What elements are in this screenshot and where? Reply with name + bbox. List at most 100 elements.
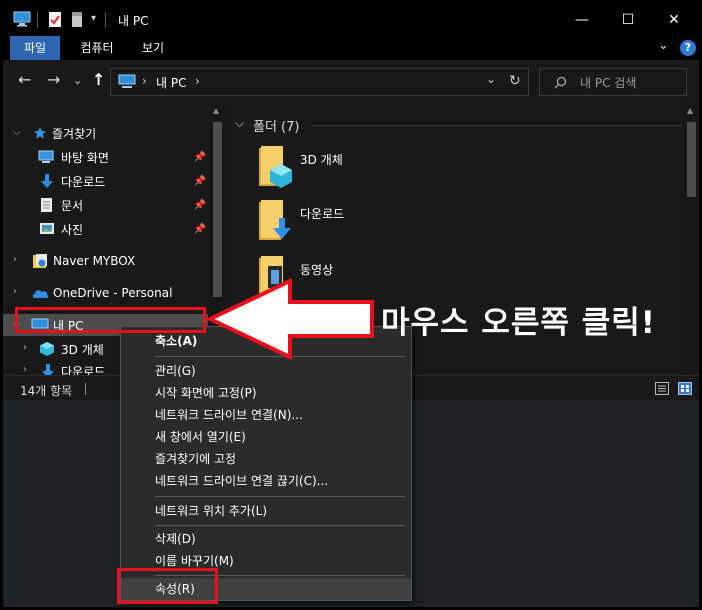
folder-3d-icon [259,146,292,188]
toolbar-divider [105,12,106,28]
this-pc-icon [118,74,136,88]
pin-icon: 📌 [193,223,206,235]
title-bar: ▾ 내 PC — ☐ ✕ [3,3,699,36]
nav-label: 문서 [61,198,84,213]
window-title: 내 PC [118,14,149,28]
menu-separator [155,496,405,497]
desktop-icon [38,150,54,163]
nav-scroll-thumb[interactable] [213,122,222,297]
highlight-this-pc [15,307,206,333]
menu-item-add-network-location[interactable]: 네트워크 위치 추가(L) [121,500,411,522]
scroll-up-icon[interactable]: ▲ [687,106,693,115]
nav-item-onedrive[interactable]: › OneDrive - Personal [3,282,208,304]
nav-quick-access[interactable]: ⌵ 즐겨찾기 [3,122,208,144]
chevron-down-icon[interactable]: ⌵ [13,127,21,138]
highlight-properties [117,568,218,604]
breadcrumb-separator: › [142,74,147,88]
breadcrumb-this-pc[interactable]: 내 PC [156,74,186,91]
chevron-down-icon[interactable]: ⌵ [235,116,244,131]
up-button[interactable]: ↑ [92,70,105,89]
ribbon-collapse-icon[interactable]: ⌄ [658,38,669,53]
address-row: ← → ⌄ ↑ › 내 PC › ⌄ ↻ 내 PC 검색 [3,60,699,102]
group-divider [312,125,682,126]
item-count: 14개 항목 [20,384,73,398]
nav-item-pictures[interactable]: 사진 📌 [3,218,208,240]
group-header-folders[interactable]: 폴더 (7) [253,116,299,135]
arrow-annotation [205,278,374,360]
nav-item-documents[interactable]: 문서 📌 [3,194,208,216]
menu-item-map-network-drive[interactable]: 네트워크 드라이브 연결(N)... [121,404,411,426]
pin-icon: 📌 [193,199,206,211]
menu-item-disconnect-network-drive[interactable]: 네트워크 드라이브 연결 끊기(C)... [121,470,411,492]
close-button[interactable]: ✕ [651,3,697,36]
details-view-icon[interactable] [655,382,669,395]
new-folder-icon[interactable] [71,11,83,28]
nav-item-desktop[interactable]: 바탕 화면 📌 [3,146,208,168]
search-icon [554,76,567,89]
breadcrumb-separator[interactable]: › [195,74,200,88]
forward-button[interactable]: → [47,70,60,89]
mybox-icon [33,254,47,268]
folder-label: 3D 개체 [300,153,343,167]
nav-item-naver-mybox[interactable]: › Naver MYBOX [3,250,208,272]
large-icons-view-icon[interactable] [678,382,692,395]
cube-icon [40,342,54,356]
menu-item-pin-to-start[interactable]: 시작 화면에 고정(P) [121,382,411,404]
folder-downloads[interactable]: 다운로드 [257,198,517,242]
nav-label: 즐겨찾기 [52,126,97,141]
folder-label: 동영상 [300,263,334,277]
nav-label: 사진 [61,222,84,237]
pin-icon: 📌 [193,151,206,163]
address-dropdown-icon[interactable]: ⌄ [486,72,496,86]
menu-separator [155,525,405,526]
nav-label: 3D 개체 [61,342,104,357]
nav-label: OneDrive - Personal [53,286,173,300]
tab-file[interactable]: 파일 [10,36,60,60]
this-pc-icon [13,11,31,27]
quick-access-dropdown-icon[interactable]: ▾ [91,13,96,24]
search-placeholder: 내 PC 검색 [580,76,637,90]
nav-label: 다운로드 [61,174,106,189]
annotation-callout: 마우스 오른쪽 클릭! [381,305,656,341]
star-icon [34,127,46,139]
chevron-right-icon[interactable]: › [13,254,17,265]
menu-item-manage[interactable]: 관리(G) [121,360,411,382]
menu-item-delete[interactable]: 삭제(D) [121,528,411,550]
nav-item-downloads[interactable]: 다운로드 📌 [3,170,208,192]
nav-label: Naver MYBOX [53,254,136,268]
folder-3d-objects[interactable]: 3D 개체 [257,144,517,188]
folder-label: 다운로드 [300,207,345,221]
refresh-icon[interactable]: ↻ [509,73,521,89]
back-button[interactable]: ← [18,70,31,89]
pictures-icon [40,223,54,234]
tab-computer[interactable]: 컴퓨터 [69,36,125,60]
maximize-button[interactable]: ☐ [605,3,651,36]
document-icon [41,198,52,212]
tab-view[interactable]: 보기 [131,36,175,60]
menu-item-pin-quick-access[interactable]: 즐겨찾기에 고정 [121,448,411,470]
chevron-right-icon[interactable]: › [23,364,27,375]
search-input[interactable]: 내 PC 검색 [539,68,687,96]
pin-icon: 📌 [193,175,206,187]
toolbar-divider [37,12,38,28]
scroll-up-icon[interactable]: ▲ [213,106,219,115]
download-icon [42,364,54,375]
minimize-button[interactable]: — [559,3,605,36]
nav-label: 바탕 화면 [61,150,109,165]
properties-icon[interactable] [48,11,62,28]
chevron-right-icon[interactable]: › [13,286,17,297]
onedrive-icon [32,290,49,298]
content-scroll-thumb[interactable] [687,122,696,197]
chevron-right-icon[interactable]: › [23,342,27,353]
help-icon[interactable]: ? [680,40,696,56]
ribbon-tabs: 파일 컴퓨터 보기 ⌄ ? [3,36,699,60]
folder-download-icon [259,200,291,240]
menu-item-open-new-window[interactable]: 새 창에서 열기(E) [121,426,411,448]
status-divider [85,383,86,395]
address-bar[interactable]: › 내 PC › ⌄ ↻ [110,68,529,96]
download-icon [41,174,53,188]
context-menu: 축소(A) 관리(G) 시작 화면에 고정(P) 네트워크 드라이브 연결(N)… [120,326,412,601]
nav-label: 다운로드 [61,364,106,376]
content-scrollbar[interactable]: ▲ [683,102,699,375]
recent-locations-icon[interactable]: ⌄ [73,74,82,87]
